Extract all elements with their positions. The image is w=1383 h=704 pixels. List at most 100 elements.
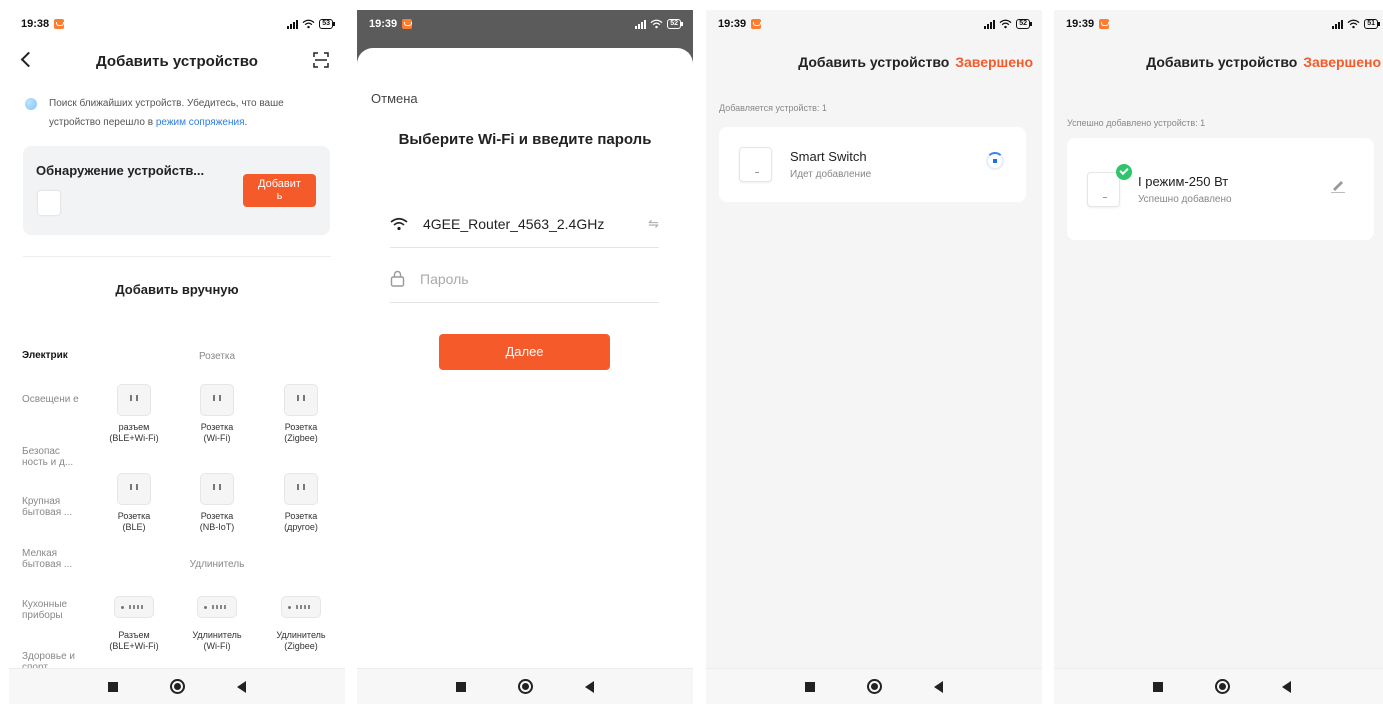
recents-icon[interactable] (456, 681, 466, 692)
device-label: Разъем (118, 630, 150, 640)
device-tile[interactable]: Розетка (Wi-Fi) (180, 384, 254, 444)
back-nav-icon[interactable] (1282, 680, 1291, 693)
status-time: 19:39 (369, 18, 398, 30)
switch-network-icon[interactable]: ⇋ (648, 216, 659, 232)
system-nav-bar (9, 668, 345, 704)
back-nav-icon[interactable] (237, 680, 246, 693)
back-nav-icon[interactable] (934, 680, 943, 693)
recents-icon[interactable] (1153, 681, 1163, 692)
device-tile[interactable]: Розетка (Zigbee) (264, 384, 338, 444)
socket-icon (284, 384, 318, 416)
device-tile[interactable]: Розетка (NB-IoT) (180, 473, 254, 533)
notification-icon (1099, 19, 1110, 29)
password-field[interactable]: Пароль (390, 255, 659, 303)
power-strip-icon (114, 596, 154, 618)
socket-icon (284, 473, 318, 505)
battery-icon: 52 (667, 19, 683, 29)
wifi-sheet-title: Выберите Wi-Fi и введите пароль (398, 131, 652, 148)
wifi-ssid-field[interactable]: 4GEE_Router_4563_2.4GHz ⇋ (390, 200, 659, 248)
done-button[interactable]: Завершено (1303, 54, 1381, 70)
home-icon[interactable] (867, 679, 882, 694)
header: Добавить устройство (9, 46, 345, 76)
device-label: Розетка (284, 422, 318, 432)
category-item-security[interactable]: Безопас ность и д... (22, 446, 82, 468)
device-tile[interactable]: Розетка (BLE) (97, 473, 171, 533)
pairing-mode-link[interactable]: режим сопряжения (156, 117, 245, 128)
back-nav-icon[interactable] (585, 680, 594, 693)
category-item-kitchen[interactable]: Кухонные приборы (22, 599, 82, 621)
device-label: Удлинитель (192, 630, 242, 640)
add-button-label-line1: Добавит (258, 178, 301, 190)
device-card[interactable]: І режим-250 Вт Успешно добавлено (1067, 138, 1374, 240)
home-icon[interactable] (1215, 679, 1230, 694)
recents-icon[interactable] (805, 681, 815, 692)
device-sublabel: (Wi-Fi) (203, 433, 231, 443)
status-bar: 19:39 51 (1054, 10, 1383, 38)
power-strip-icon (197, 596, 237, 618)
signal-icon (287, 19, 299, 29)
device-tile[interactable]: Удлинитель (Zigbee) (264, 596, 338, 652)
discovery-card: Обнаружение устройств... Добавит ь (23, 146, 330, 235)
category-item-large-appliances[interactable]: Крупная бытовая ... (22, 496, 82, 518)
wifi-ssid-value: 4GEE_Router_4563_2.4GHz (423, 215, 605, 232)
discovery-title: Обнаружение устройств... (36, 163, 205, 178)
device-sublabel: (BLE+Wi-Fi) (109, 433, 159, 443)
success-check-icon (1116, 164, 1132, 180)
adding-count-label: Добавляется устройств: 1 (719, 103, 827, 113)
status-time: 19:38 (21, 18, 50, 30)
device-thumbnail (739, 147, 772, 182)
wifi-status-icon (650, 19, 663, 29)
signal-icon (1332, 19, 1344, 29)
notification-icon (751, 19, 762, 29)
battery-icon: 52 (1016, 19, 1032, 29)
divider (23, 256, 331, 257)
system-nav-bar (1054, 668, 1383, 704)
device-thumbnail (1087, 172, 1120, 207)
battery-icon: 51 (1364, 19, 1380, 29)
add-discovered-button[interactable]: Добавит ь (243, 174, 316, 207)
manual-add-title: Добавить вручную (115, 282, 239, 297)
home-icon[interactable] (518, 679, 533, 694)
next-button[interactable]: Далее (439, 334, 610, 370)
notification-icon (402, 19, 413, 29)
device-tile[interactable]: Розетка (другое) (264, 473, 338, 533)
device-sublabel: (BLE) (122, 522, 146, 532)
device-sublabel: (Zigbee) (284, 641, 318, 651)
category-item-electric[interactable]: Электрик (22, 350, 82, 361)
device-tile[interactable]: Удлинитель (Wi-Fi) (180, 596, 254, 652)
device-label: разъем (118, 422, 150, 432)
signal-icon (635, 19, 647, 29)
wifi-sheet: Отмена Выберите Wi-Fi и введите пароль 4… (357, 48, 693, 704)
home-icon[interactable] (170, 679, 185, 694)
add-button-label-line2: ь (276, 190, 283, 202)
added-count-label: Успешно добавлено устройств: 1 (1067, 118, 1206, 128)
screen-device-added: 19:39 51 Добавить устройство Завершено У… (1054, 10, 1383, 704)
section-title-extension: Удлинитель (189, 559, 245, 570)
wifi-status-icon (999, 19, 1012, 29)
category-item-lighting[interactable]: Освещени е (22, 394, 82, 405)
scan-icon[interactable] (313, 52, 329, 68)
device-tile[interactable]: разъем (BLE+Wi-Fi) (97, 384, 171, 444)
search-notice: Поиск ближайших устройств. Убедитесь, чт… (23, 94, 325, 132)
status-bar: 19:38 53 (9, 10, 345, 38)
device-sublabel: (другое) (284, 522, 318, 532)
socket-icon (117, 384, 151, 416)
loading-spinner-icon (986, 152, 1004, 170)
power-strip-icon (281, 596, 321, 618)
device-card[interactable]: Smart Switch Идет добавление (719, 127, 1026, 202)
category-item-small-appliances[interactable]: Мелкая бытовая ... (22, 548, 82, 570)
device-label: Розетка (117, 511, 151, 521)
recents-icon[interactable] (108, 681, 118, 692)
wifi-icon (390, 217, 408, 230)
cancel-button[interactable]: Отмена (371, 91, 418, 106)
back-icon[interactable] (20, 51, 37, 68)
device-label: Удлинитель (276, 630, 326, 640)
device-sublabel: (BLE+Wi-Fi) (109, 641, 159, 651)
device-tile[interactable]: Разъем (BLE+Wi-Fi) (97, 596, 171, 652)
done-button[interactable]: Завершено (955, 54, 1033, 70)
edit-icon[interactable] (1330, 179, 1346, 193)
device-status: Успешно добавлено (1138, 194, 1232, 205)
status-bar: 19:39 52 (357, 10, 693, 38)
status-time: 19:39 (1066, 18, 1095, 30)
device-sublabel: (NB-IoT) (199, 522, 235, 532)
